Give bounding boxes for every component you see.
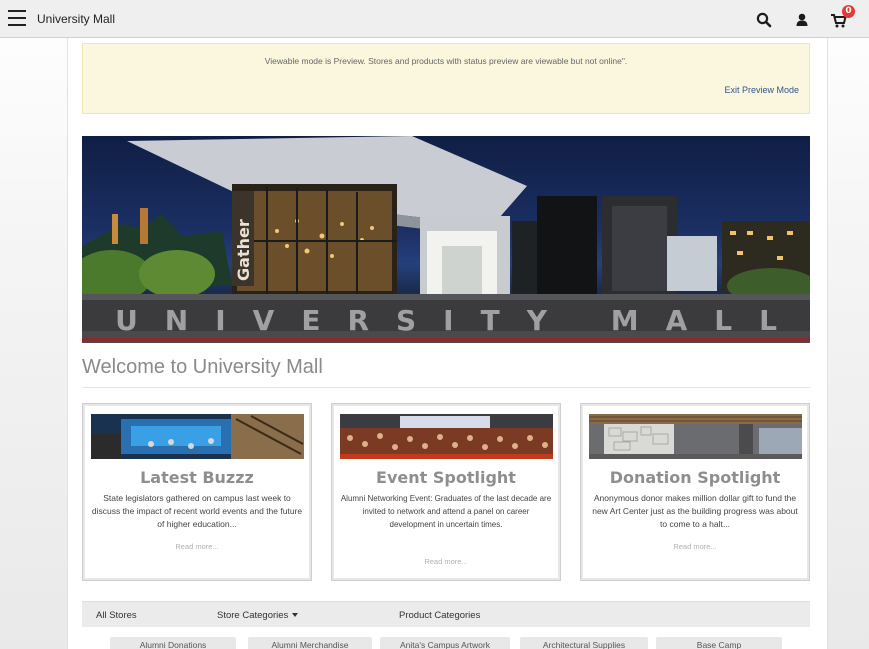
app-title[interactable]: University Mall [37,12,115,26]
donation-spotlight-image[interactable] [589,414,802,459]
cart-count-badge: 0 [842,5,855,18]
latest-buzzz-title[interactable]: Latest Buzzz [83,468,311,487]
preview-notice: Viewable mode is Preview. Stores and pro… [82,43,810,114]
all-stores-link[interactable]: All Stores [96,610,137,621]
hero-banner: Gather UNIVERSITY MALL [82,136,810,343]
welcome-heading: Welcome to University Mall [82,356,810,388]
store-categories-dropdown[interactable]: Store Categories [217,610,299,621]
main-content: Viewable mode is Preview. Stores and pro… [67,38,828,649]
search-icon[interactable] [755,11,773,29]
news-card-event-spotlight: Event Spotlight Alumni Networking Event:… [331,403,561,581]
caret-down-icon [292,613,299,618]
news-card-latest-buzzz: Latest Buzzz State legislators gathered … [82,403,312,581]
product-categories-link[interactable]: Product Categories [399,610,480,621]
event-spotlight-read-more-link[interactable]: Read more... [332,557,560,566]
top-navigation-bar: University Mall 0 [0,0,869,38]
news-card-donation-spotlight: Donation Spotlight Anonymous donor makes… [580,403,810,581]
store-chip[interactable]: Anita's Campus Artwork [380,637,510,649]
donation-spotlight-title[interactable]: Donation Spotlight [581,468,809,487]
hero-title: UNIVERSITY MALL [115,304,804,337]
user-icon[interactable] [793,11,811,29]
store-categories-label: Store Categories [217,610,289,621]
exit-preview-link[interactable]: Exit Preview Mode [724,85,799,95]
store-chip[interactable]: Alumni Donations [110,637,236,649]
latest-buzzz-image[interactable] [91,414,304,459]
gather-sign-text: Gather [234,219,253,281]
donation-spotlight-description: Anonymous donor makes million dollar gif… [592,493,798,529]
event-spotlight-title[interactable]: Event Spotlight [332,468,560,487]
store-chip[interactable]: Alumni Merchandise [248,637,372,649]
event-spotlight-description: Alumni Networking Event: Graduates of th… [340,494,552,529]
store-chip[interactable]: Architectural Supplies [520,637,648,649]
donation-spotlight-read-more-link[interactable]: Read more... [581,542,809,551]
preview-notice-text: Viewable mode is Preview. Stores and pro… [264,56,628,66]
latest-buzzz-description: State legislators gathered on campus las… [91,493,303,529]
hamburger-icon[interactable] [8,10,26,26]
store-chip[interactable]: Base Camp [656,637,782,649]
latest-buzzz-read-more-link[interactable]: Read more... [83,542,311,551]
store-navigation-bar: All Stores Store Categories Product Cate… [82,601,810,627]
event-spotlight-image[interactable] [340,414,553,459]
